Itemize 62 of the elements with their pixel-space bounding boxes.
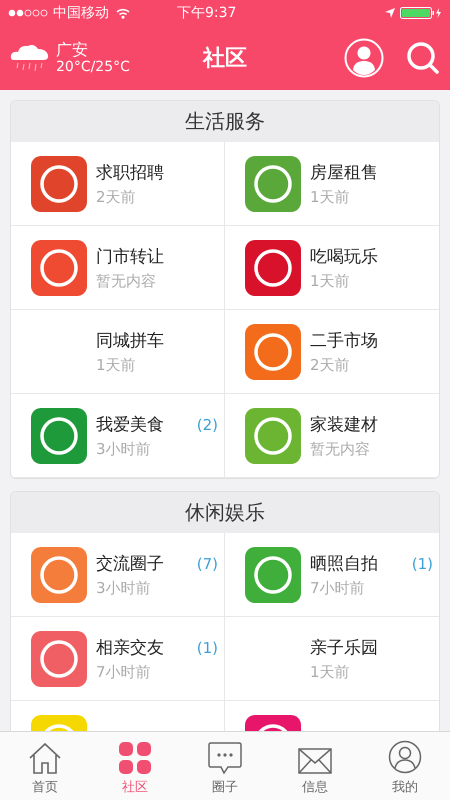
search-icon[interactable] (406, 41, 440, 75)
category-item[interactable]: 家装建材 暂无内容 (225, 394, 439, 478)
tab-item[interactable]: 首页 (0, 732, 90, 800)
item-title: 家装建材 (310, 414, 379, 436)
item-time: 1天前 (310, 272, 351, 290)
home-icon (28, 742, 62, 774)
city-name: 广安 (56, 40, 89, 60)
page-title: 社区 (202, 45, 248, 73)
item-time: 暂无内容 (96, 272, 157, 290)
item-time: 2天前 (96, 188, 137, 206)
item-title: 亲子乐园 (310, 636, 379, 658)
item-time: 3小时前 (96, 578, 152, 598)
category-item[interactable]: 门市转让 暂无内容 (11, 226, 225, 310)
item-title: 同城拼车 (96, 330, 165, 352)
user-icon (388, 740, 422, 774)
category-item[interactable]: 求职招聘 2天前 (11, 142, 225, 226)
section-title: 休闲娱乐 (185, 499, 265, 526)
item-title: 晒照自拍 (310, 552, 379, 574)
item-time: 7小时前 (96, 662, 152, 682)
section-title: 生活服务 (185, 108, 265, 135)
category-item[interactable]: 房屋租售 1天前 (225, 142, 439, 226)
status-time: 下午9:37 (177, 4, 238, 22)
category-item[interactable]: 我爱美食 3小时前 (2) (11, 394, 225, 478)
post-count: (2) (196, 416, 218, 434)
item-title: 相亲交友 (96, 636, 165, 658)
item-time: 1天前 (96, 356, 137, 374)
item-time: 7小时前 (310, 578, 366, 598)
user-icon[interactable] (344, 38, 384, 78)
category-item[interactable]: 同城拼车 1天前 (11, 310, 225, 394)
carrier-name: 中国移动 (53, 4, 109, 22)
category-item[interactable]: 亲子乐园 1天前 (225, 617, 439, 701)
item-time: 2天前 (310, 356, 351, 374)
tab-item[interactable]: 信息 (270, 732, 360, 800)
category-item[interactable]: 晒照自拍 7小时前 (1) (225, 533, 439, 617)
wifi-icon (116, 8, 130, 18)
tab-item[interactable]: 我的 (360, 732, 450, 800)
item-title: 吃喝玩乐 (310, 246, 379, 268)
tab-item[interactable]: 圈子 (180, 732, 270, 800)
temperature: 20°C/25°C (56, 59, 130, 76)
item-title: 房屋租售 (310, 162, 379, 184)
category-item[interactable]: 吃喝玩乐 1天前 (225, 226, 439, 310)
signal-icon (8, 9, 48, 17)
item-time: 3小时前 (96, 440, 152, 458)
category-item[interactable]: 相亲交友 7小时前 (1) (11, 617, 225, 701)
item-time: 暂无内容 (310, 440, 371, 458)
chat-bubble-icon (208, 742, 242, 774)
post-count: (7) (196, 555, 218, 573)
item-time: 1天前 (310, 188, 351, 206)
location-arrow-icon (385, 8, 395, 18)
item-title: 门市转让 (96, 246, 165, 268)
category-item[interactable]: 交流圈子 3小时前 (7) (11, 533, 225, 617)
item-title: 二手市场 (310, 330, 379, 352)
grid-icon (119, 742, 151, 774)
post-count: (1) (412, 555, 433, 573)
envelope-icon (298, 748, 332, 774)
item-title: 我爱美食 (96, 414, 165, 436)
category-item[interactable]: 二手市场 2天前 (225, 310, 439, 394)
battery-icon (400, 7, 442, 19)
item-time: 1天前 (310, 662, 351, 682)
post-count: (1) (196, 639, 218, 657)
item-title: 交流圈子 (96, 552, 165, 574)
item-title: 求职招聘 (96, 162, 165, 184)
